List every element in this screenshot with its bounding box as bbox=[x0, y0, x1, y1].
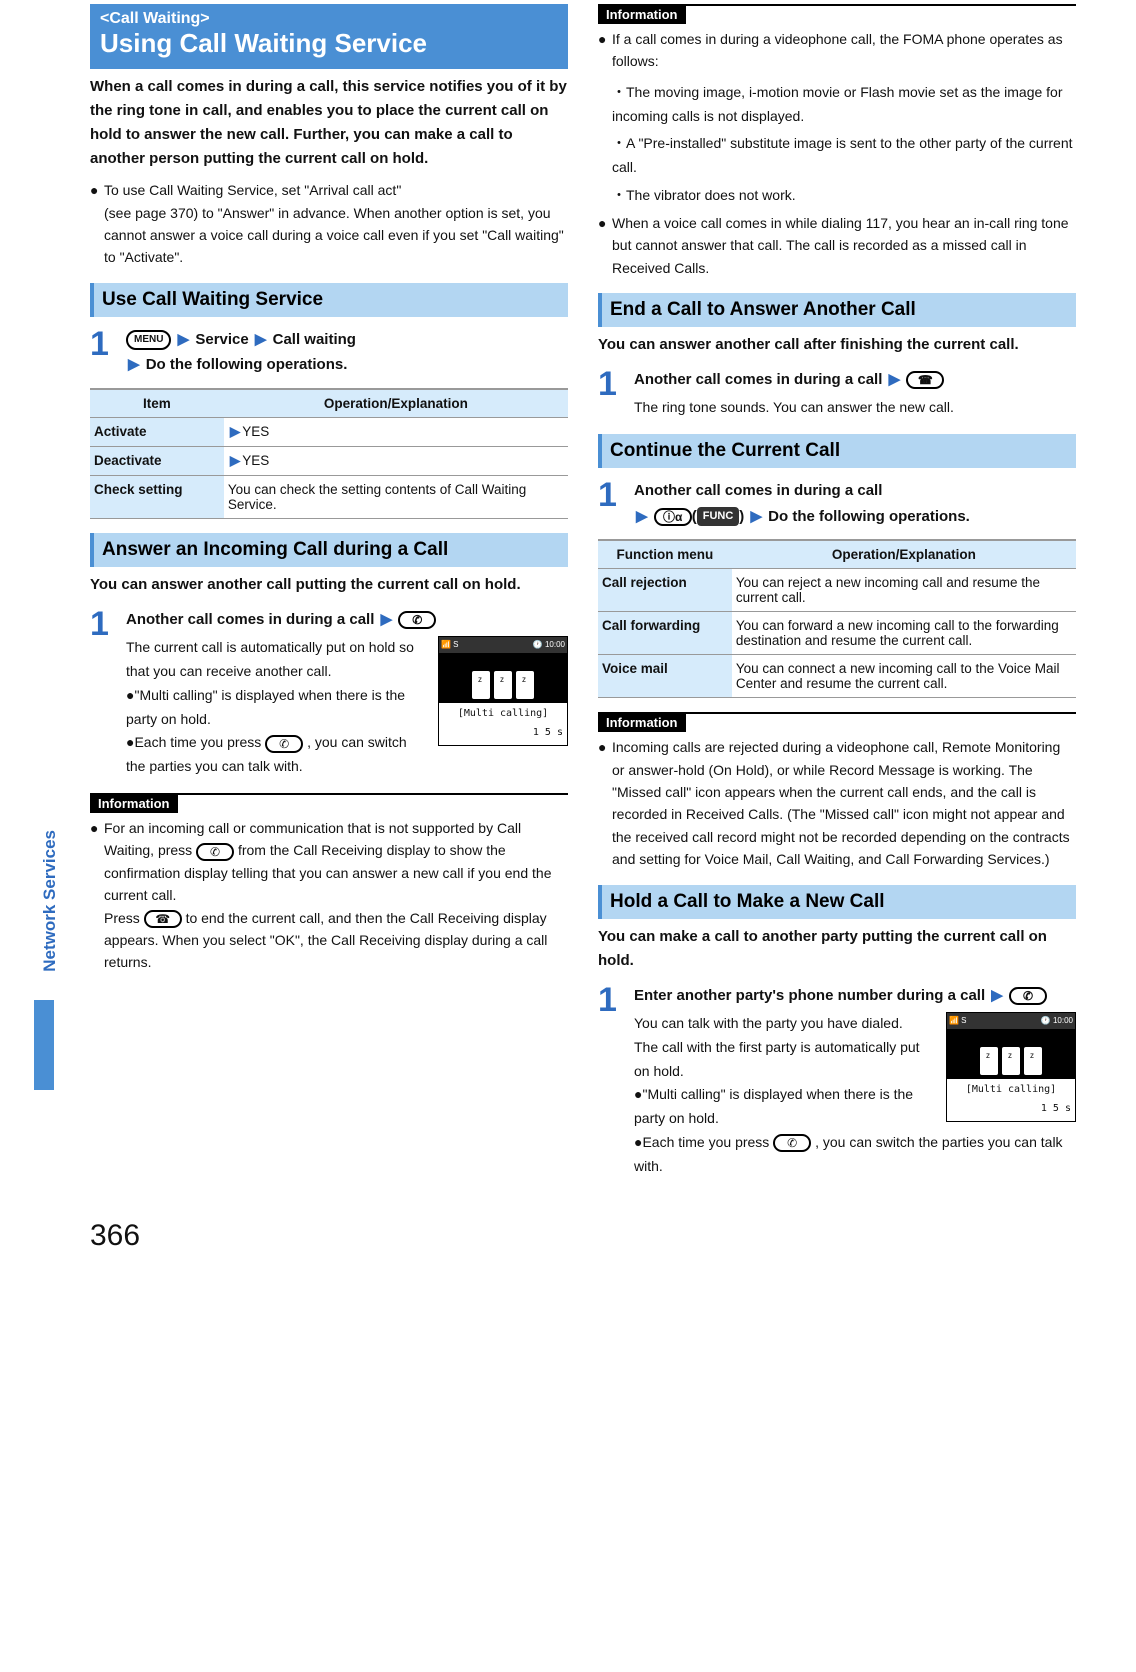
continue-step: 1 Another call comes in during a call ▶ … bbox=[598, 478, 1076, 529]
hold-lead: You can make a call to another party put… bbox=[598, 925, 1076, 973]
feature-heading: <Call Waiting> Using Call Waiting Servic… bbox=[90, 4, 568, 69]
subsection-end: End a Call to Answer Another Call bbox=[598, 293, 1076, 327]
row-call-forwarding: Call forwarding bbox=[598, 612, 732, 655]
step-1: 1 MENU ▶ Service ▶ Call waiting ▶ Do the… bbox=[90, 327, 568, 378]
row-check: Check setting bbox=[90, 475, 224, 518]
answer-bullet-1: "Multi calling" is displayed when there … bbox=[126, 687, 405, 727]
table-header-op: Operation/Explanation bbox=[224, 389, 568, 418]
end-step-title: Another call comes in during a call bbox=[634, 371, 882, 388]
row-deactivate: Deactivate bbox=[90, 446, 224, 475]
info-top-2: When a voice call comes in while dialing… bbox=[612, 212, 1076, 279]
table-function-menu: Function menu Operation/Explanation Call… bbox=[598, 539, 1076, 698]
phone-screen-illustration: 📶 S🕐 10:00 [Multi calling] 1 5 s bbox=[946, 1012, 1076, 1122]
step-call-waiting: Call waiting bbox=[273, 331, 356, 348]
voice-mail-desc: You can connect a new incoming call to t… bbox=[732, 655, 1076, 698]
info-top-1b: ・A "Pre-installed" substitute image is s… bbox=[598, 132, 1076, 180]
info-top-1a: ・The moving image, i-motion movie or Fla… bbox=[598, 81, 1076, 129]
end-key-icon: ☎ bbox=[144, 910, 182, 928]
info-label: Information bbox=[90, 794, 178, 813]
feature-tag: <Call Waiting> bbox=[100, 10, 558, 28]
lead-text: When a call comes in during a call, this… bbox=[90, 75, 568, 171]
i-alpha-key-icon: ⓘα bbox=[654, 508, 692, 526]
left-column: <Call Waiting> Using Call Waiting Servic… bbox=[90, 4, 568, 1189]
side-tab-label: Network Services bbox=[40, 830, 60, 972]
call-key-icon: ✆ bbox=[398, 611, 436, 629]
answer-bullet-2a: Each time you press bbox=[134, 734, 265, 750]
menu-key-icon: MENU bbox=[126, 330, 171, 350]
information-box-1: Information ● For an incoming call or co… bbox=[90, 793, 568, 974]
feature-title: Using Call Waiting Service bbox=[100, 28, 558, 59]
side-tab-marker bbox=[34, 1000, 54, 1090]
arrow-icon: ▶ bbox=[176, 331, 192, 348]
note-text-a: To use Call Waiting Service, set "Arriva… bbox=[104, 182, 401, 198]
arrow-icon: ▶ bbox=[989, 987, 1005, 1004]
subsection-answer: Answer an Incoming Call during a Call bbox=[90, 533, 568, 567]
row-call-rejection: Call rejection bbox=[598, 569, 732, 612]
arrow-icon: ▶ bbox=[126, 356, 142, 373]
arrow-icon: ▶ bbox=[887, 371, 903, 388]
right-column: Information ●If a call comes in during a… bbox=[598, 4, 1076, 1189]
table2-h1: Function menu bbox=[598, 540, 732, 569]
end-key-icon: ☎ bbox=[906, 371, 944, 389]
call-key-icon: ✆ bbox=[196, 843, 234, 861]
call-key-icon: ✆ bbox=[773, 1134, 811, 1152]
info-label: Information bbox=[598, 713, 686, 732]
step-do-following: Do the following operations. bbox=[146, 356, 348, 373]
info-top-1c: ・The vibrator does not work. bbox=[598, 184, 1076, 208]
cont-step-after: Do the following operations. bbox=[768, 508, 970, 525]
table-call-waiting-ops: Item Operation/Explanation Activate ▶YES… bbox=[90, 388, 568, 519]
check-value: You can check the setting contents of Ca… bbox=[224, 475, 568, 518]
table-header-item: Item bbox=[90, 389, 224, 418]
subsection-continue: Continue the Current Call bbox=[598, 434, 1076, 468]
arrow-icon: ▶ bbox=[253, 331, 269, 348]
call-key-icon: ✆ bbox=[265, 735, 303, 753]
note-text-b: (see page 370) to "Answer" in advance. W… bbox=[104, 205, 564, 266]
cont-step-title: Another call comes in during a call bbox=[634, 482, 882, 499]
call-rejection-desc: You can reject a new incoming call and r… bbox=[732, 569, 1076, 612]
page-number: 366 bbox=[90, 1219, 1076, 1253]
end-step-plain: The ring tone sounds. You can answer the… bbox=[634, 396, 1076, 420]
row-activate: Activate bbox=[90, 417, 224, 446]
information-box-top: Information ●If a call comes in during a… bbox=[598, 4, 1076, 279]
info-label: Information bbox=[598, 5, 686, 24]
answer-step-title: Another call comes in during a call bbox=[126, 611, 374, 628]
hold-step: 1 Enter another party's phone number dur… bbox=[598, 983, 1076, 1179]
step-service: Service bbox=[195, 331, 248, 348]
subsection-use: Use Call Waiting Service bbox=[90, 283, 568, 317]
arrow-icon: ▶ bbox=[748, 508, 764, 525]
end-lead: You can answer another call after finish… bbox=[598, 333, 1076, 357]
row-voice-mail: Voice mail bbox=[598, 655, 732, 698]
answer-step: 1 Another call comes in during a call ▶ … bbox=[90, 607, 568, 779]
info1-c: Press bbox=[104, 910, 144, 926]
note-bullet: ● To use Call Waiting Service, set "Arri… bbox=[90, 179, 568, 269]
hold-bullet-2a: Each time you press bbox=[642, 1134, 773, 1150]
call-key-icon: ✆ bbox=[1009, 987, 1047, 1005]
func-badge: FUNC bbox=[697, 507, 740, 526]
info2-body: Incoming calls are rejected during a vid… bbox=[612, 736, 1076, 870]
information-box-2: Information ●Incoming calls are rejected… bbox=[598, 712, 1076, 870]
hold-bullet-1: "Multi calling" is displayed when there … bbox=[634, 1086, 913, 1126]
table2-h2: Operation/Explanation bbox=[732, 540, 1076, 569]
deactivate-value: YES bbox=[242, 453, 269, 468]
hold-plain-2: The call with the first party is automat… bbox=[634, 1039, 920, 1079]
end-step: 1 Another call comes in during a call ▶ … bbox=[598, 367, 1076, 420]
phone-screen-illustration: 📶 S🕐 10:00 [Multi calling] 1 5 s bbox=[438, 636, 568, 746]
hold-step-title: Enter another party's phone number durin… bbox=[634, 987, 985, 1004]
arrow-icon: ▶ bbox=[634, 508, 650, 525]
hold-plain-1: You can talk with the party you have dia… bbox=[634, 1015, 903, 1031]
arrow-icon: ▶ bbox=[379, 611, 395, 628]
subsection-hold: Hold a Call to Make a New Call bbox=[598, 885, 1076, 919]
activate-value: YES bbox=[242, 424, 269, 439]
call-forwarding-desc: You can forward a new incoming call to t… bbox=[732, 612, 1076, 655]
answer-plain-1: The current call is automatically put on… bbox=[126, 639, 414, 679]
answer-lead: You can answer another call putting the … bbox=[90, 573, 568, 597]
info-top-1: If a call comes in during a videophone c… bbox=[612, 28, 1076, 73]
